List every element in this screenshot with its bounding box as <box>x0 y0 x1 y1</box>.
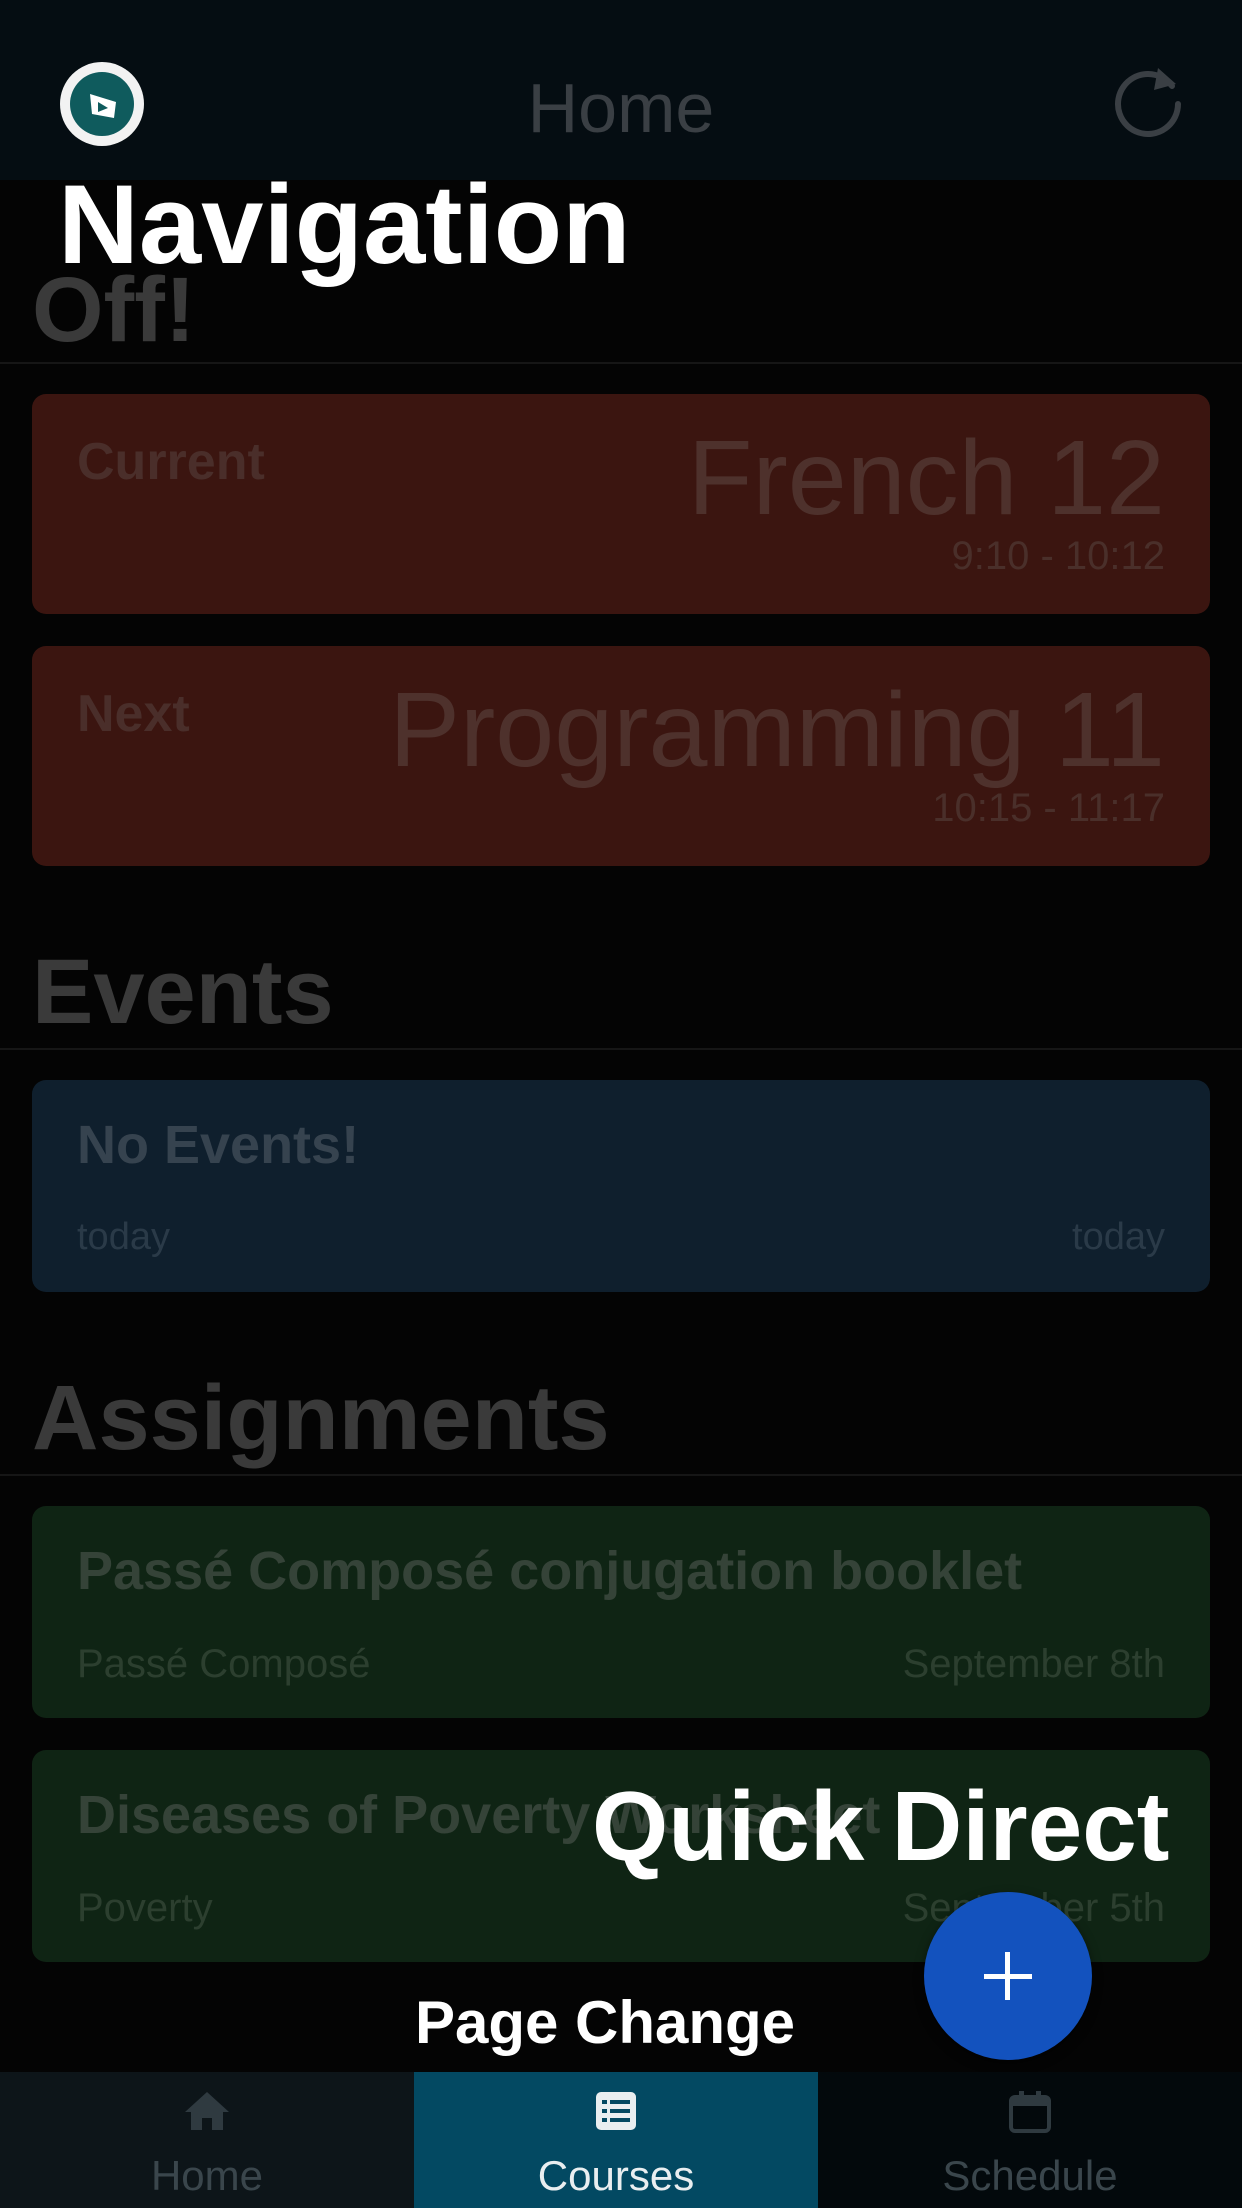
section-divider <box>0 1474 1242 1476</box>
next-class-label: Next <box>77 685 190 743</box>
tab-courses[interactable]: Courses <box>414 2072 818 2208</box>
next-class-name: Programming 11 <box>389 671 1165 789</box>
section-divider <box>0 362 1242 364</box>
calendar-icon <box>1009 2091 1051 2133</box>
tab-home-label: Home <box>150 2152 264 2199</box>
tab-schedule-label: Schedule <box>942 2152 1118 2199</box>
event-end: today <box>1072 1216 1165 1258</box>
next-class-time: 10:15 - 11:17 <box>932 786 1165 830</box>
assignments-section-title: Assignments <box>32 1367 610 1469</box>
current-class-name: French 12 <box>687 419 1165 537</box>
assignment-topic: Passé Composé <box>77 1642 371 1686</box>
home-icon <box>185 2092 229 2130</box>
current-class-card[interactable]: Current French 12 9:10 - 10:12 <box>32 394 1210 614</box>
event-start: today <box>77 1216 170 1258</box>
tutorial-quick-direct-label: Quick Direct <box>592 1771 1170 1881</box>
tab-home[interactable]: Home <box>0 2072 414 2208</box>
next-class-card[interactable]: Next Programming 11 10:15 - 11:17 <box>32 646 1210 866</box>
tab-schedule[interactable]: Schedule <box>818 2072 1242 2208</box>
assignment-topic: Poverty <box>77 1886 213 1930</box>
events-section-title: Events <box>32 941 334 1043</box>
assignment-title: Passé Composé conjugation booklet <box>77 1541 1023 1601</box>
section-divider <box>0 1048 1242 1050</box>
bottom-tab-bar: Home Courses Schedule <box>0 2072 1242 2208</box>
list-icon <box>596 2092 636 2130</box>
refresh-icon[interactable] <box>1110 60 1190 140</box>
add-button[interactable] <box>924 1892 1092 2060</box>
event-card[interactable]: No Events! today today <box>32 1080 1210 1292</box>
current-class-time: 9:10 - 10:12 <box>951 534 1166 578</box>
page-title: Home <box>527 69 715 147</box>
assignment-due: September 8th <box>902 1642 1165 1686</box>
current-class-label: Current <box>77 433 265 491</box>
tab-courses-label: Courses <box>537 2152 695 2199</box>
event-title: No Events! <box>77 1115 360 1175</box>
tutorial-navigation-label: Navigation <box>58 162 631 287</box>
assignment-card[interactable]: Passé Composé conjugation booklet Passé … <box>32 1506 1210 1718</box>
